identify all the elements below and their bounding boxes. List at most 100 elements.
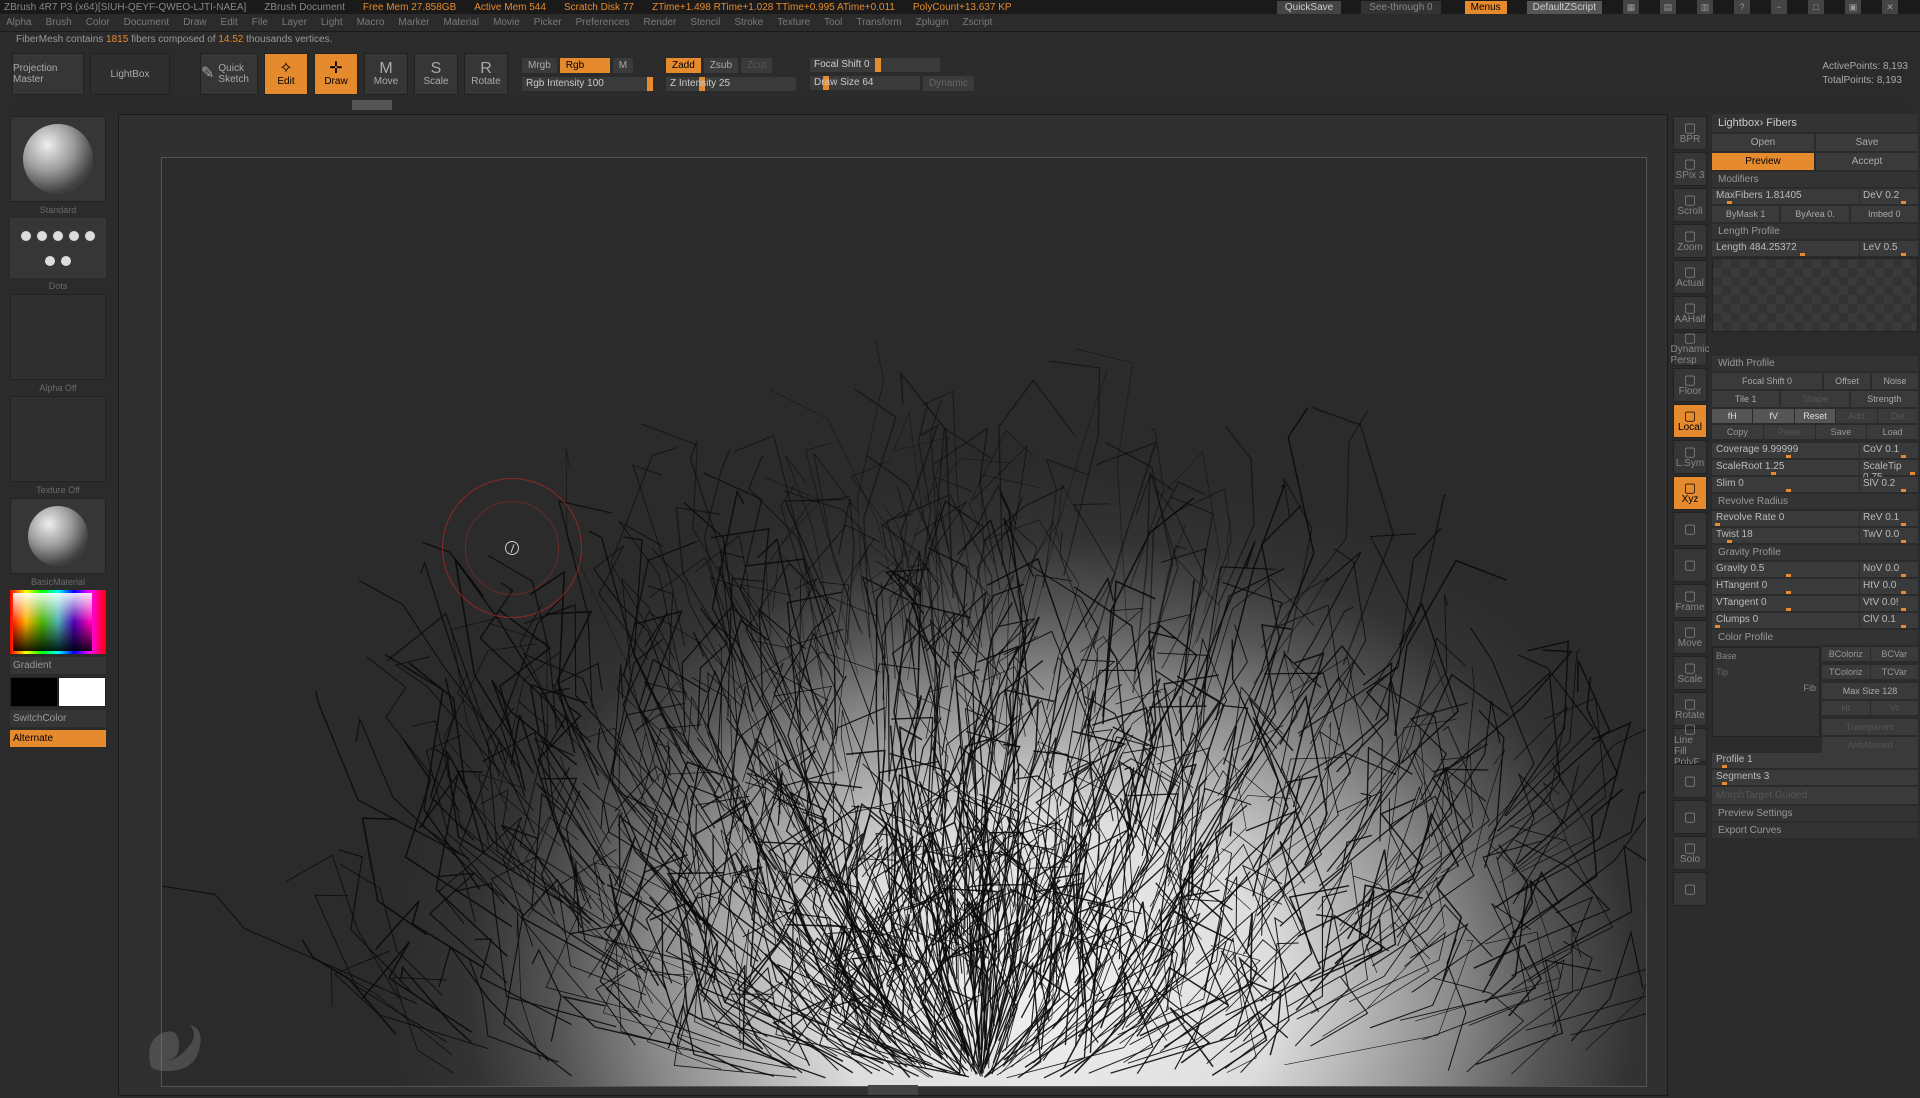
timeline[interactable] [12,100,1908,110]
maximize-icon[interactable]: □ [1808,0,1824,14]
z-intensity-slider[interactable]: Z Intensity 25 [666,77,796,91]
alpha-thumb[interactable] [10,294,106,380]
menu-macro[interactable]: Macro [357,17,385,28]
offset-button[interactable]: Offset [1824,373,1870,389]
rtool-blank-12[interactable]: ▢ [1673,548,1707,582]
gravity-slider[interactable]: Gravity 0.5 [1712,562,1859,577]
menu-zplugin[interactable]: Zplugin [916,17,949,28]
scale-button[interactable]: SScale [414,53,458,95]
length-profile-section[interactable]: Length Profile [1712,224,1918,239]
menu-document[interactable]: Document [124,17,170,28]
length-slider[interactable]: Length 484.25372 [1712,241,1859,256]
menu-movie[interactable]: Movie [493,17,520,28]
scaletip-slider[interactable]: ScaleTip 0.75 [1860,460,1918,475]
stroke-thumb[interactable] [10,218,106,278]
menu-draw[interactable]: Draw [183,17,206,28]
scaleroot-slider[interactable]: ScaleRoot 1.25 [1712,460,1859,475]
rtool-zoom[interactable]: ▢Zoom [1673,224,1707,258]
brush-thumb[interactable] [10,116,106,202]
menu-preferences[interactable]: Preferences [576,17,630,28]
layout-icon[interactable]: ▦ [1623,0,1639,14]
copy-button[interactable]: Copy [1712,425,1763,439]
tcvar-slider[interactable]: TCVar [1871,665,1919,679]
tcoloriz-slider[interactable]: TColoriz [1822,665,1870,679]
width-profile-section[interactable]: Width Profile [1712,356,1918,371]
rtool-floor[interactable]: ▢Floor [1673,368,1707,402]
twv-slider[interactable]: TwV 0.0 [1860,528,1918,543]
seethrough-slider[interactable]: See-through 0 [1361,1,1440,14]
help-icon[interactable]: ? [1734,0,1750,14]
rtool-actual[interactable]: ▢Actual [1673,260,1707,294]
open-button[interactable]: Open [1712,134,1814,151]
slim-slider[interactable]: Slim 0 [1712,477,1859,492]
alternate-button[interactable]: Alternate [10,730,106,747]
bymask-slider[interactable]: ByMask 1 [1712,206,1779,222]
vtv-slider[interactable]: VtV 0.0! [1860,596,1918,611]
menu-color[interactable]: Color [86,17,110,28]
close-icon[interactable]: ✕ [1882,0,1898,14]
rtool-xyz[interactable]: ▢Xyz [1673,476,1707,510]
rtool-blank-18[interactable]: ▢ [1673,764,1707,798]
mrgb-button[interactable]: Mrgb [522,58,557,73]
lev-slider[interactable]: LeV 0.5 [1860,241,1918,256]
focalshift-slider[interactable]: Focal Shift 0 [1712,373,1822,389]
rtool-bpr[interactable]: ▢BPR [1673,116,1707,150]
menu-picker[interactable]: Picker [534,17,562,28]
menu-material[interactable]: Material [444,17,480,28]
rtool-dynamic-persp[interactable]: ▢Dynamic Persp [1673,332,1707,366]
move-button[interactable]: MMove [364,53,408,95]
quicksketch-button[interactable]: ✎Quick Sketch [200,53,258,95]
rgb-intensity-slider[interactable]: Rgb Intensity 100 [522,77,652,91]
zcut-button[interactable]: Zcut [741,58,772,73]
rtool-scale[interactable]: ▢Scale [1673,656,1707,690]
zsub-button[interactable]: Zsub [704,58,738,73]
length-profile-graph[interactable] [1712,258,1918,332]
clv-slider[interactable]: ClV 0.1 [1860,613,1918,628]
menu-tool[interactable]: Tool [824,17,842,28]
menu-file[interactable]: File [252,17,268,28]
texture-thumb[interactable] [10,396,106,482]
profile-slider[interactable]: Profile 1 [1712,753,1918,768]
preview-button[interactable]: Preview [1712,153,1814,170]
menu-alpha[interactable]: Alpha [6,17,32,28]
menu-zscript[interactable]: Zscript [962,17,992,28]
fh-button[interactable]: fH [1712,409,1752,423]
byarea-slider[interactable]: ByArea 0. [1781,206,1848,222]
draw-size-slider[interactable]: Draw Size 64 [810,76,920,90]
paste-button[interactable]: Paste [1764,425,1815,439]
vtangent-slider[interactable]: VTangent 0 [1712,596,1859,611]
menu-texture[interactable]: Texture [777,17,810,28]
rtool-frame[interactable]: ▢Frame [1673,584,1707,618]
bottom-handle[interactable] [868,1085,918,1095]
antialiased-button[interactable]: AntiAliased [1822,737,1918,753]
menu-render[interactable]: Render [644,17,677,28]
segments-slider[interactable]: Segments 3 [1712,770,1918,785]
htangent-slider[interactable]: HTangent 0 [1712,579,1859,594]
rtool-move[interactable]: ▢Move [1673,620,1707,654]
coverage-slider[interactable]: Coverage 9.99999 [1712,443,1859,458]
maxsize-slider[interactable]: Max Size 128 [1822,683,1918,699]
twist-slider[interactable]: Twist 18 [1712,528,1859,543]
menu-stroke[interactable]: Stroke [734,17,763,28]
rtool-line-fill-polyf[interactable]: ▢Line Fill PolyF [1673,728,1707,762]
transparent-button[interactable]: Transparent [1822,719,1918,735]
bcoloriz-slider[interactable]: BColoriz [1822,647,1870,661]
layout2-icon[interactable]: ▤ [1660,0,1676,14]
minimize-icon[interactable]: − [1771,0,1787,14]
export-curves-section[interactable]: Export Curves [1712,823,1918,838]
defaultscript-button[interactable]: DefaultZScript [1527,1,1602,14]
projection-master-button[interactable]: Projection Master [12,53,84,95]
morphtarget-button[interactable]: MorphTarget Guided [1712,787,1918,804]
dev-slider[interactable]: DeV 0.2 [1860,189,1918,204]
rtool-scroll[interactable]: ▢Scroll [1673,188,1707,222]
preview-settings-section[interactable]: Preview Settings [1712,806,1918,821]
color-swatches[interactable] [10,677,106,707]
clumps-slider[interactable]: Clumps 0 [1712,613,1859,628]
save-button[interactable]: Save [1816,134,1918,151]
rtool-l-sym[interactable]: ▢L.Sym [1673,440,1707,474]
lightbox-button[interactable]: LightBox [90,53,170,95]
material-thumb[interactable] [10,498,106,574]
focal-shift-slider[interactable]: Focal Shift 0 [810,58,940,72]
maxfibers-slider[interactable]: MaxFibers 1.81405 [1712,189,1859,204]
viewport[interactable] [118,114,1668,1096]
